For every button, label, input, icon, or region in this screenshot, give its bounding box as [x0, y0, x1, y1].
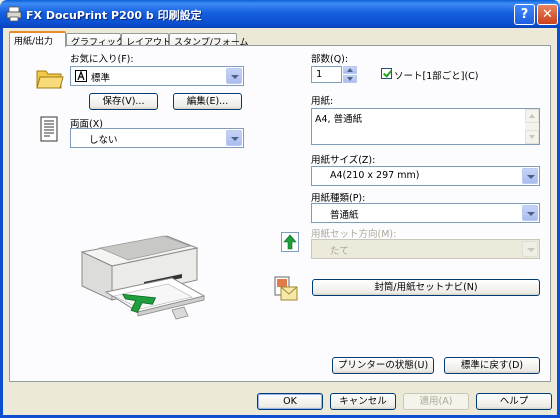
collate-label: ソート[1部ごと](C) [394, 71, 479, 82]
duplex-value: しない [89, 135, 118, 146]
duplex-select[interactable]: しない [70, 128, 244, 148]
paper-summary: A4, 普通紙 [315, 114, 363, 125]
paper-type-select[interactable]: 普通紙 [311, 203, 540, 223]
paper-type-label: 用紙種類(P): [311, 193, 366, 204]
paper-size-label: 用紙サイズ(Z): [311, 155, 376, 166]
envelope-navi-button[interactable]: 封筒/用紙セットナビ(N) [312, 279, 540, 296]
collate-checkbox[interactable] [381, 68, 392, 79]
orientation-arrow-icon [281, 232, 299, 252]
copies-spinner[interactable] [343, 66, 357, 83]
chevron-down-icon[interactable] [226, 130, 242, 146]
spin-up-icon[interactable] [343, 66, 357, 74]
printer-illustration [80, 235, 206, 320]
favorites-label: お気に入り(F): [70, 54, 134, 65]
paper-orientation-value: たて [330, 246, 350, 257]
scroll-down-icon[interactable] [525, 130, 539, 144]
copies-input[interactable]: 1 [311, 66, 342, 83]
favorites-value: 標準 [91, 73, 111, 84]
printer-icon [6, 6, 22, 22]
restore-defaults-button[interactable]: 標準に戻す(D) [444, 357, 540, 374]
folder-icon [36, 70, 64, 89]
close-button[interactable]: ✕ [537, 4, 558, 25]
edit-button[interactable]: 編集(E)... [173, 93, 242, 110]
paper-summary-box: A4, 普通紙 [311, 108, 540, 145]
help-button[interactable]: ヘルプ [476, 393, 552, 410]
printer-status-button[interactable]: プリンターの状態(U) [332, 357, 434, 374]
letter-a-icon [75, 70, 87, 82]
scroll-up-icon[interactable] [525, 109, 539, 123]
chevron-down-icon [522, 241, 538, 257]
paper-type-value: 普通紙 [330, 210, 359, 221]
tab-paper-output[interactable]: 用紙/出力 [9, 31, 66, 47]
apply-button: 適用(A) [403, 393, 469, 410]
chevron-down-icon[interactable] [226, 68, 242, 84]
chevron-down-icon[interactable] [522, 168, 538, 184]
scrollbar[interactable] [525, 109, 539, 144]
spin-down-icon[interactable] [343, 75, 357, 83]
paper-orientation-label: 用紙セット方向(M): [311, 229, 397, 240]
copies-label: 部数(Q): [311, 54, 349, 65]
envelope-guide-icon [274, 276, 298, 301]
paper-orientation-select: たて [311, 239, 540, 259]
paper-size-value: A4(210 x 297 mm) [330, 170, 420, 181]
favorites-select[interactable]: 標準 [70, 66, 244, 86]
duplex-document-icon [40, 116, 58, 142]
chevron-down-icon[interactable] [522, 205, 538, 221]
ok-button[interactable]: OK [257, 393, 323, 410]
cancel-button[interactable]: キャンセル [330, 393, 396, 410]
help-title-button[interactable]: ? [514, 4, 535, 25]
title-bar: FX DocuPrint P200 b 印刷設定 ? ✕ [0, 0, 560, 28]
paper-label: 用紙: [311, 96, 334, 107]
paper-size-select[interactable]: A4(210 x 297 mm) [311, 166, 540, 186]
window-title: FX DocuPrint P200 b 印刷設定 [26, 9, 202, 22]
save-button[interactable]: 保存(V)... [89, 93, 158, 110]
